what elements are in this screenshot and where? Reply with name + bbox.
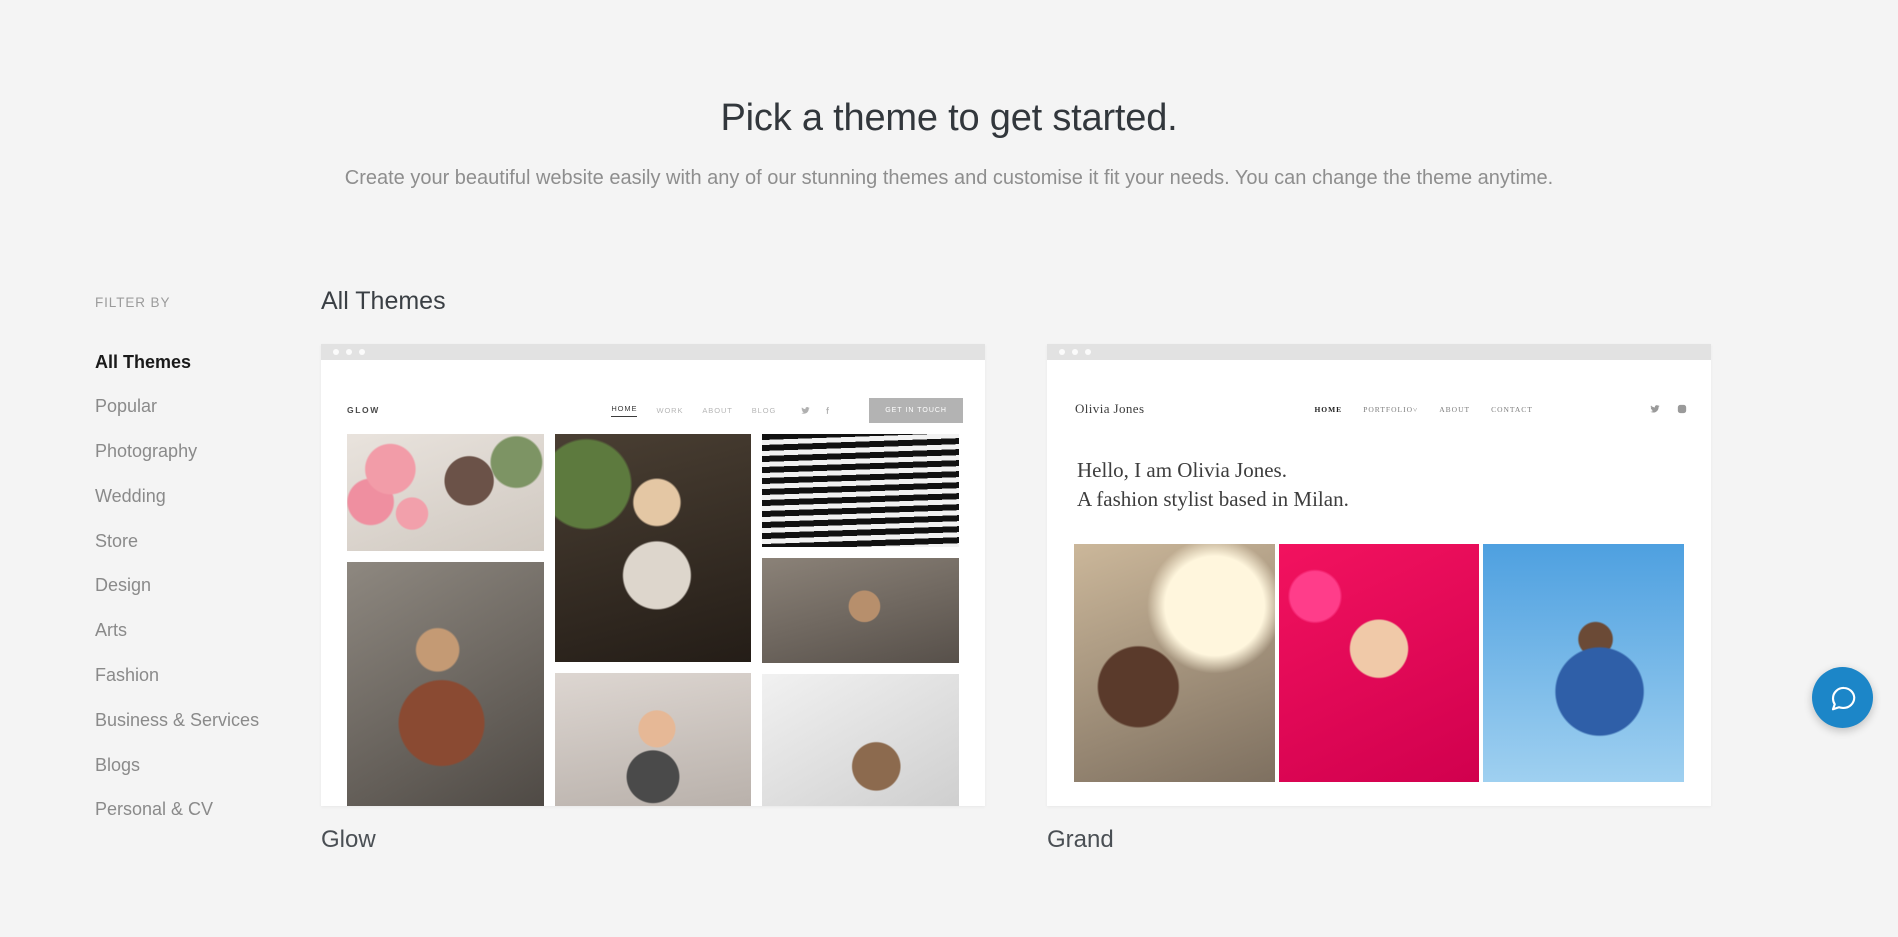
themes-main: All Themes GLOW HOME WORK ABOUT BLOG GET… <box>310 275 1898 854</box>
grand-logo: Olivia Jones <box>1075 401 1145 416</box>
grand-nav-home[interactable]: HOME <box>1314 405 1342 414</box>
filter-sidebar: FILTER BY All Themes Popular Photography… <box>0 275 310 854</box>
glow-photo-grid <box>321 434 985 806</box>
theme-preview-glow[interactable]: GLOW HOME WORK ABOUT BLOG GET IN TOUCH <box>321 344 985 806</box>
glow-photo-hood <box>762 558 959 663</box>
glow-photo-blinds <box>762 434 959 547</box>
grand-navbar: Olivia Jones HOME PORTFOLIO˅ ABOUT CONTA… <box>1047 360 1711 430</box>
glow-column-3 <box>762 434 959 806</box>
sidebar-item-wedding[interactable]: Wedding <box>95 474 310 519</box>
sidebar-item-popular[interactable]: Popular <box>95 385 310 430</box>
facebook-icon[interactable] <box>823 406 832 415</box>
instagram-icon[interactable] <box>1677 404 1687 414</box>
glow-nav-links: HOME WORK ABOUT BLOG GET IN TOUCH <box>611 397 963 423</box>
grand-nav-links: HOME PORTFOLIO˅ ABOUT CONTACT <box>1314 405 1532 414</box>
grand-nav-about[interactable]: ABOUT <box>1439 405 1470 414</box>
chat-bubble-icon <box>1828 683 1858 713</box>
glow-photo-street-portrait <box>347 562 544 806</box>
grand-photo-sunset-street <box>1074 543 1275 782</box>
theme-name-glow: Glow <box>321 826 376 853</box>
chat-widget-button[interactable] <box>1812 667 1873 728</box>
theme-preview-grand[interactable]: Olivia Jones HOME PORTFOLIO˅ ABOUT CONTA… <box>1047 344 1711 806</box>
grand-hero-line-2: A fashion stylist based in Milan. <box>1077 486 1349 511</box>
grand-photo-sky <box>1483 543 1684 782</box>
theme-grid: GLOW HOME WORK ABOUT BLOG GET IN TOUCH G… <box>321 344 1898 854</box>
glow-navbar: GLOW HOME WORK ABOUT BLOG GET IN TOUCH <box>321 360 985 434</box>
content-area: FILTER BY All Themes Popular Photography… <box>0 275 1898 854</box>
sidebar-item-design[interactable]: Design <box>95 564 310 609</box>
grand-nav-portfolio[interactable]: PORTFOLIO˅ <box>1363 405 1418 414</box>
glow-logo: GLOW <box>347 405 380 415</box>
grand-hero-line-1: Hello, I am Olivia Jones. <box>1077 458 1287 482</box>
filter-by-label: FILTER BY <box>95 295 171 310</box>
twitter-icon[interactable] <box>801 406 810 415</box>
sidebar-item-arts[interactable]: Arts <box>95 609 310 654</box>
grand-hero-text: Hello, I am Olivia Jones. A fashion styl… <box>1047 430 1711 514</box>
browser-dot-yellow <box>1072 349 1078 355</box>
grand-nav-portfolio-label: PORTFOLIO <box>1363 404 1413 414</box>
glow-nav-work[interactable]: WORK <box>656 406 683 415</box>
sidebar-item-personal-cv[interactable]: Personal & CV <box>95 788 310 833</box>
sidebar-item-photography[interactable]: Photography <box>95 430 310 475</box>
browser-chrome-bar <box>1047 344 1711 360</box>
grand-nav-contact[interactable]: CONTACT <box>1491 405 1533 414</box>
browser-dot-red <box>333 349 339 355</box>
glow-photo-blossom <box>347 434 544 551</box>
browser-dot-yellow <box>346 349 352 355</box>
glow-social-links <box>801 406 832 415</box>
glow-photo-window <box>762 674 959 806</box>
twitter-icon[interactable] <box>1650 404 1660 414</box>
sidebar-item-store[interactable]: Store <box>95 519 310 564</box>
glow-column-1 <box>347 434 544 806</box>
browser-dot-green <box>359 349 365 355</box>
grand-photo-neon <box>1278 543 1480 782</box>
glow-nav-about[interactable]: ABOUT <box>702 406 732 415</box>
sidebar-item-blogs[interactable]: Blogs <box>95 743 310 788</box>
browser-dot-green <box>1085 349 1091 355</box>
glow-nav-home[interactable]: HOME <box>611 404 638 417</box>
glow-nav-blog[interactable]: BLOG <box>752 406 776 415</box>
theme-name-grand: Grand <box>1047 826 1114 853</box>
hero-section: Pick a theme to get started. Create your… <box>0 0 1898 193</box>
section-title: All Themes <box>321 287 446 315</box>
glow-get-in-touch-button[interactable]: GET IN TOUCH <box>869 397 963 423</box>
page-title: Pick a theme to get started. <box>720 97 1178 139</box>
browser-chrome-bar <box>321 344 985 360</box>
glow-photo-vines <box>554 434 752 662</box>
grand-site: Olivia Jones HOME PORTFOLIO˅ ABOUT CONTA… <box>1047 360 1711 806</box>
glow-site: GLOW HOME WORK ABOUT BLOG GET IN TOUCH <box>321 360 985 806</box>
theme-card-grand[interactable]: Olivia Jones HOME PORTFOLIO˅ ABOUT CONTA… <box>1047 344 1711 854</box>
sidebar-item-fashion[interactable]: Fashion <box>95 654 310 699</box>
sidebar-item-business-services[interactable]: Business & Services <box>95 698 310 743</box>
grand-social-links <box>1650 404 1687 414</box>
page-subtitle: Create your beautiful website easily wit… <box>344 166 1554 189</box>
theme-picker-page: Pick a theme to get started. Create your… <box>0 0 1898 937</box>
browser-dot-red <box>1059 349 1065 355</box>
filter-list: All Themes Popular Photography Wedding S… <box>95 340 310 833</box>
glow-photo-tattoo <box>554 673 752 806</box>
theme-card-glow[interactable]: GLOW HOME WORK ABOUT BLOG GET IN TOUCH G… <box>321 344 985 854</box>
sidebar-item-all-themes[interactable]: All Themes <box>95 340 310 385</box>
chevron-down-icon: ˅ <box>1413 404 1419 414</box>
grand-photo-grid <box>1047 514 1711 782</box>
glow-column-2 <box>554 434 752 806</box>
